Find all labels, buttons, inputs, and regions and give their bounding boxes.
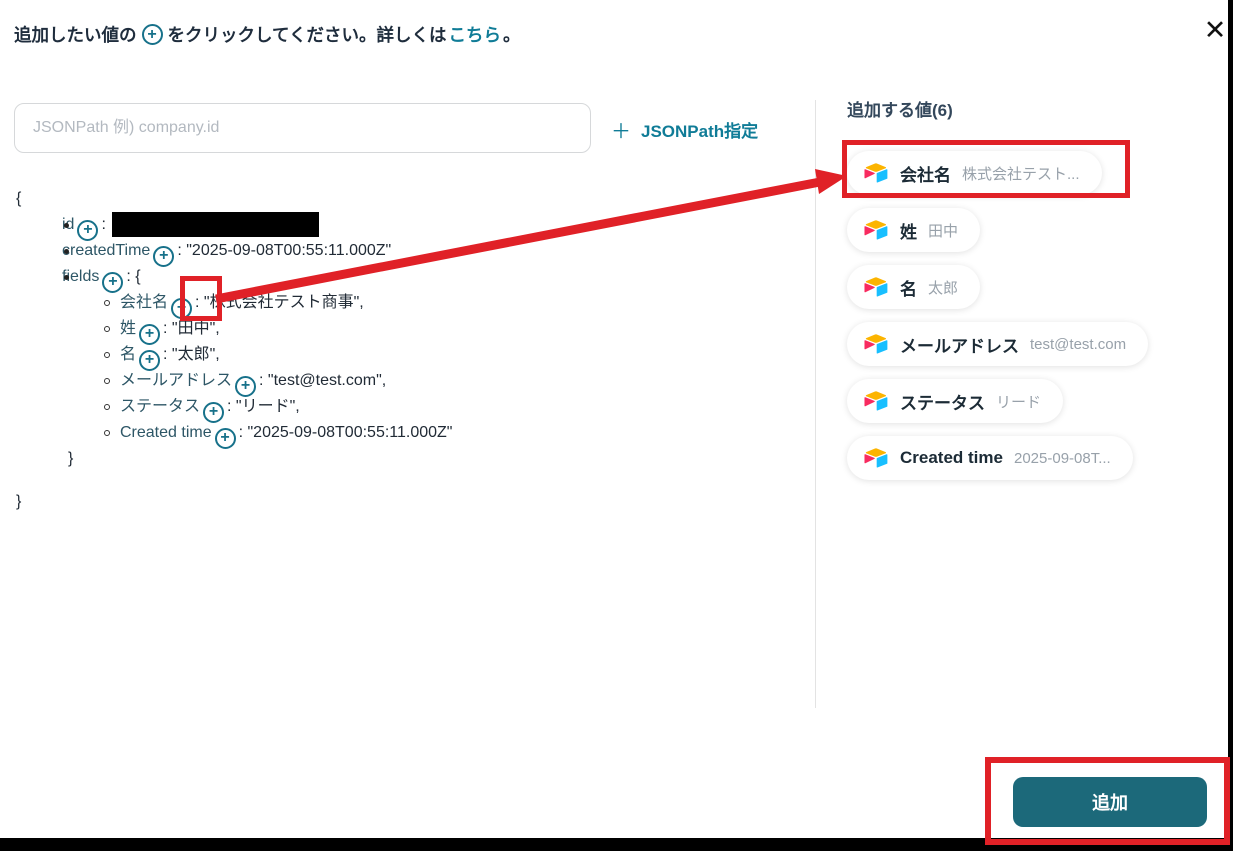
panel-divider: [815, 100, 816, 708]
value-chip-firstname[interactable]: 名 太郎: [847, 265, 980, 309]
tree-value: "2025-09-08T00:55:11.000Z": [186, 242, 391, 259]
instruction-suffix: をクリックしてください。詳しくは: [168, 22, 447, 47]
tree-row-id: id+:: [16, 212, 452, 238]
right-black-strip: [1228, 0, 1233, 851]
tree-close-brace-outer: }: [16, 489, 452, 515]
tree-colon: :: [177, 242, 181, 259]
panel-title: 追加する値(6): [847, 96, 953, 121]
tree-colon: :: [163, 320, 167, 337]
tree-key: Created time: [120, 424, 212, 441]
chip-value: リード: [996, 391, 1041, 412]
tree-row-email: メールアドレス+: "test@test.com",: [16, 368, 452, 394]
help-link[interactable]: こちら: [448, 22, 501, 47]
tree-key: id: [62, 216, 74, 233]
tree-value: {: [135, 268, 140, 285]
tree-key: fields: [62, 268, 99, 285]
tree-colon: :: [227, 398, 231, 415]
airtable-icon: [863, 219, 889, 241]
tree-key: 名: [120, 346, 136, 363]
value-chip-status[interactable]: ステータス リード: [847, 379, 1063, 423]
instruction-period: 。: [503, 22, 521, 47]
tree-row-created-time: Created time+: "2025-09-08T00:55:11.000Z…: [16, 420, 452, 446]
tree-colon: :: [126, 268, 130, 285]
jsonpath-add-label: JSONPath指定: [641, 117, 758, 142]
jsonpath-input[interactable]: [14, 103, 591, 153]
tree-key: 姓: [120, 320, 136, 337]
instruction-prefix: 追加したい値の: [14, 22, 137, 47]
tree-value: "田中",: [172, 320, 220, 337]
tree-open-brace: {: [16, 186, 452, 212]
selected-values-list: 会社名 株式会社テスト... 姓 田中 名 太郎 メールアドレス test@te…: [847, 151, 1148, 480]
tree-colon: :: [101, 216, 105, 233]
redacted-value-bar: [112, 212, 319, 237]
airtable-icon: [863, 162, 889, 184]
tree-value: "株式会社テスト商事",: [204, 294, 364, 311]
airtable-icon: [863, 390, 889, 412]
airtable-icon: [863, 447, 889, 469]
value-chip-email[interactable]: メールアドレス test@test.com: [847, 322, 1148, 366]
airtable-icon: [863, 276, 889, 298]
tree-colon: :: [239, 424, 243, 441]
value-chip-company[interactable]: 会社名 株式会社テスト...: [847, 151, 1102, 195]
tree-value: "太郎",: [172, 346, 220, 363]
plus-circle-icon: +: [142, 24, 163, 45]
tree-close-brace-inner: }: [68, 446, 452, 472]
tree-key: createdTime: [62, 242, 150, 259]
json-tree: { id+: createdTime+: "2025-09-08T00:55:1…: [16, 186, 452, 515]
airtable-icon: [863, 333, 889, 355]
chip-label: 名: [900, 275, 917, 300]
chip-value: 2025-09-08T...: [1014, 450, 1111, 467]
chip-label: ステータス: [900, 389, 985, 414]
tree-row-status: ステータス+: "リード",: [16, 394, 452, 420]
tree-row-fields: fields+: {: [16, 264, 452, 290]
tree-row-firstname: 名+: "太郎",: [16, 342, 452, 368]
tree-colon: :: [195, 294, 199, 311]
tree-key: 会社名: [120, 294, 168, 311]
chip-label: Created time: [900, 448, 1003, 468]
tree-value: "test@test.com",: [268, 372, 386, 389]
value-chip-created-time[interactable]: Created time 2025-09-08T...: [847, 436, 1133, 480]
tree-row-createdTime: createdTime+: "2025-09-08T00:55:11.000Z": [16, 238, 452, 264]
tree-row-company: 会社名+: "株式会社テスト商事",: [16, 290, 452, 316]
tree-colon: :: [259, 372, 263, 389]
close-icon[interactable]: ✕: [1199, 14, 1231, 46]
tree-value: "リード",: [236, 398, 300, 415]
tree-value: "2025-09-08T00:55:11.000Z": [248, 424, 453, 441]
chip-value: 田中: [928, 220, 958, 241]
plus-icon: ＋: [611, 115, 631, 144]
jsonpath-add-button[interactable]: ＋ JSONPath指定: [611, 114, 758, 144]
chip-label: 姓: [900, 218, 917, 243]
chip-label: メールアドレス: [900, 332, 1019, 357]
chip-value: 株式会社テスト...: [962, 163, 1080, 184]
add-button[interactable]: 追加: [1013, 777, 1207, 827]
tree-colon: :: [163, 346, 167, 363]
tree-key: ステータス: [120, 398, 200, 415]
value-chip-lastname[interactable]: 姓 田中: [847, 208, 980, 252]
chip-value: test@test.com: [1030, 336, 1126, 353]
chip-label: 会社名: [900, 161, 951, 186]
tree-row-lastname: 姓+: "田中",: [16, 316, 452, 342]
chip-value: 太郎: [928, 277, 958, 298]
bottom-black-bar: [0, 838, 1233, 851]
tree-key: メールアドレス: [120, 372, 232, 389]
instruction-text: 追加したい値の + をクリックしてください。詳しくは こちら 。: [14, 22, 520, 47]
